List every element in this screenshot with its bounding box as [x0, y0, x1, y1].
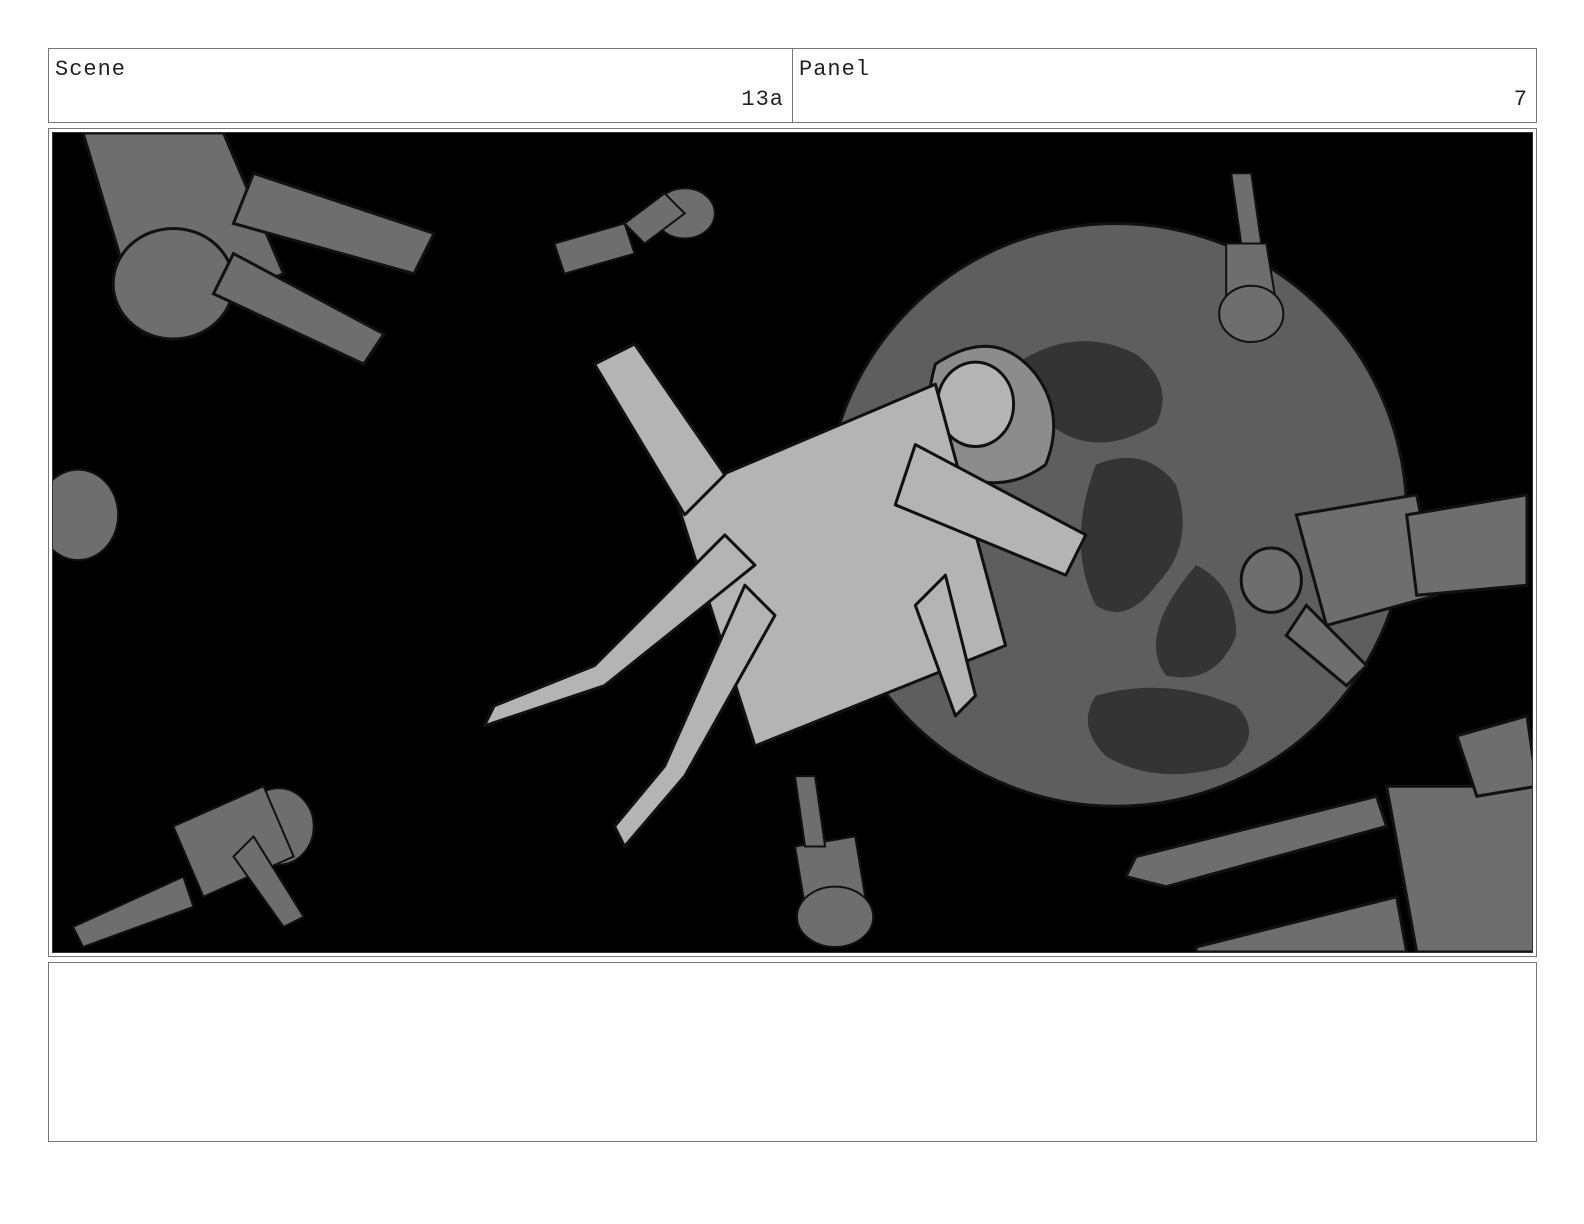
- storyboard-artwork: [52, 132, 1533, 953]
- panel-notes-box[interactable]: [48, 962, 1537, 1142]
- scene-number: 13a: [741, 87, 784, 112]
- scene-cell: Scene 13a: [49, 49, 792, 122]
- scene-label: Scene: [55, 57, 127, 82]
- panel-label: Panel: [799, 57, 871, 82]
- panel-header: Scene 13a Panel 7: [48, 48, 1537, 123]
- storyboard-frame: [48, 128, 1537, 957]
- panel-number: 7: [1513, 87, 1528, 112]
- storyboard-drawing-icon: [53, 133, 1532, 952]
- panel-cell: Panel 7: [792, 49, 1536, 122]
